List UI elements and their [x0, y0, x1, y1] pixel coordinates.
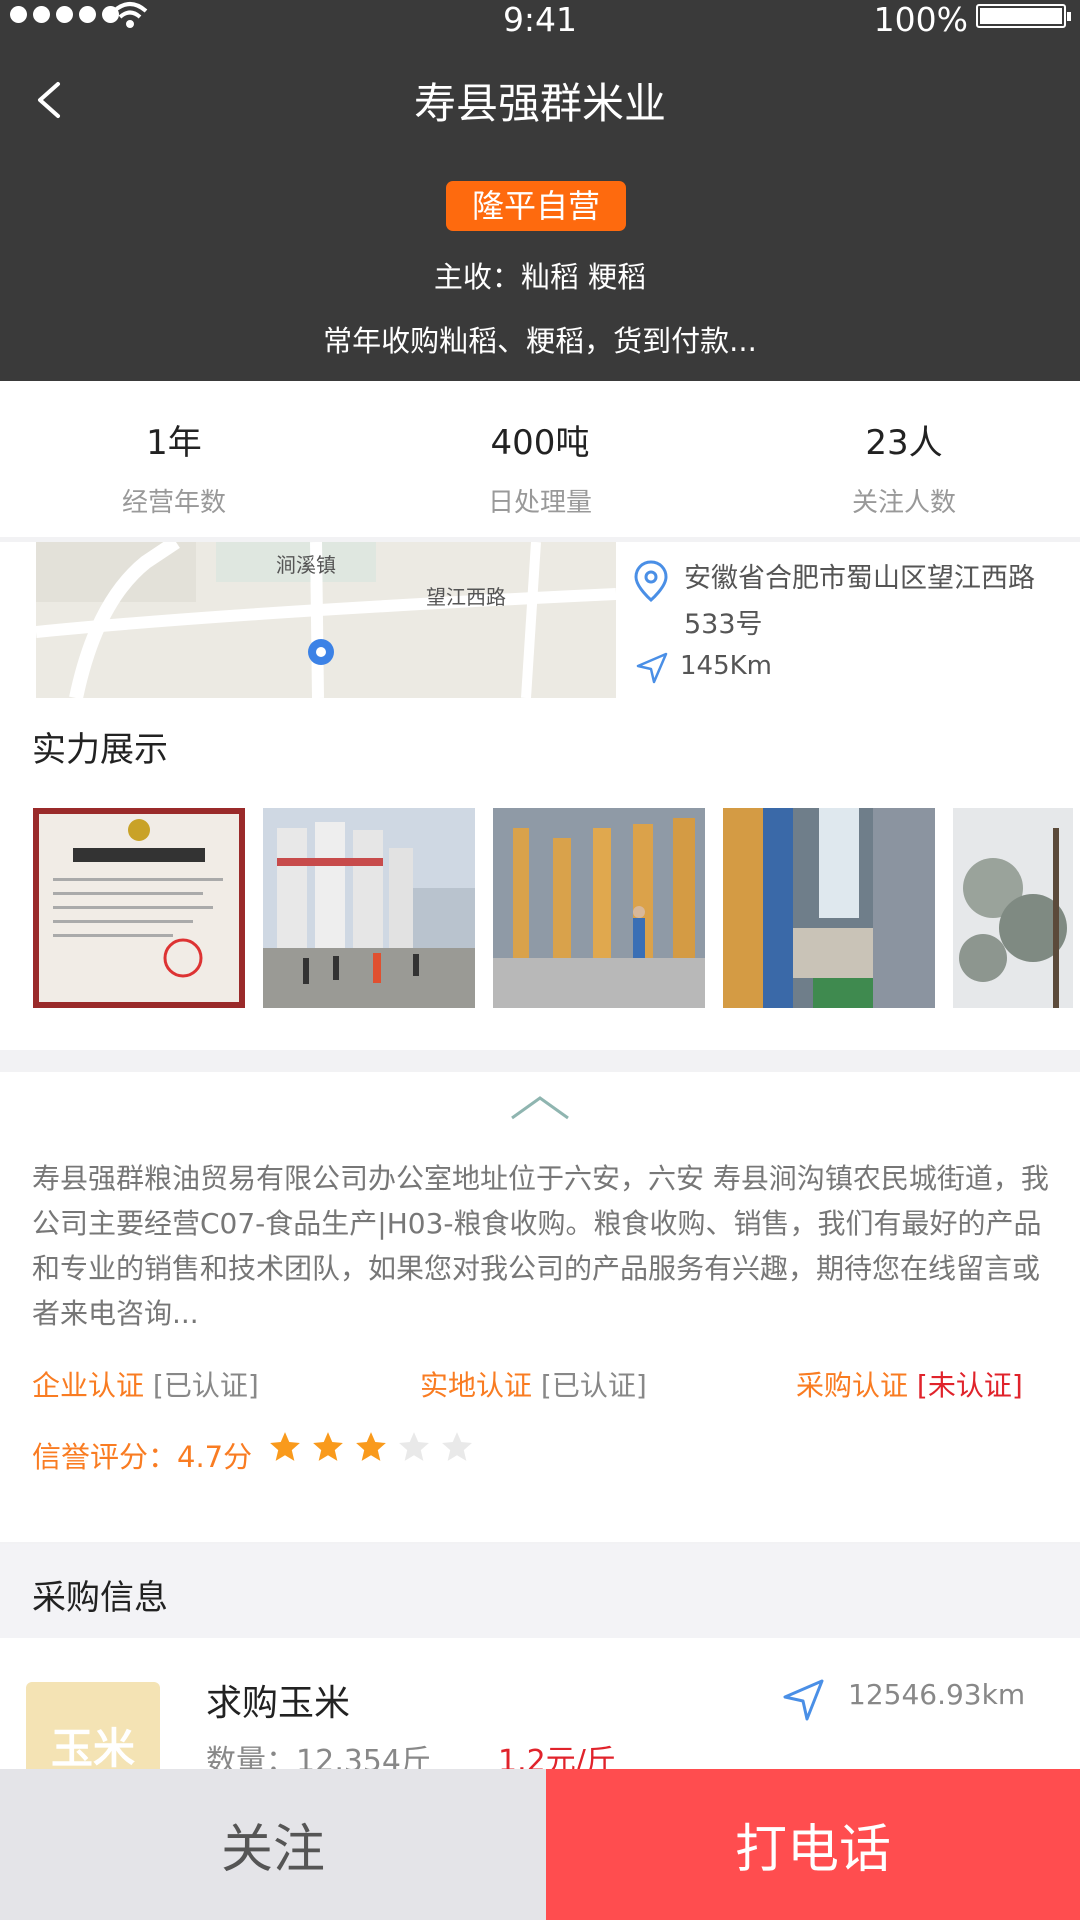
map-town-label: 涧溪镇 [276, 553, 336, 577]
self-operated-badge: 隆平自营 [446, 181, 626, 231]
rating-stars [268, 1430, 474, 1464]
credit-rating-text: 信誉评分：4.7分 [32, 1440, 253, 1474]
map-road-label: 望江西路 [426, 585, 506, 609]
header: 9:41 100% 寿县强群米业 隆平自营 主收：籼稻 粳稻 常年收购籼稻、粳稻… [0, 0, 1080, 381]
address-text: 安徽省合肥市蜀山区望江西路533号 [684, 563, 1035, 640]
purchase-item-title: 求购玉米 [206, 1683, 351, 1724]
star-empty-icon [442, 1432, 472, 1461]
star-empty-icon [399, 1432, 429, 1461]
stat-daily-capacity: 400吨 日处理量 [390, 415, 690, 519]
call-button[interactable]: 打电话 [546, 1769, 1080, 1920]
bottom-action-bar: 关注 打电话 [0, 1769, 1080, 1920]
photo-gallery[interactable] [33, 808, 1073, 1008]
short-description: 常年收购籼稻、粳稻，货到付款... [323, 324, 757, 358]
cert-name: 实地认证 [420, 1369, 533, 1402]
stat-value: 23人 [865, 423, 943, 463]
page-title: 寿县强群米业 [413, 79, 666, 128]
location-pin-icon [634, 560, 668, 602]
cert-name: 采购认证 [796, 1369, 909, 1402]
cert-onsite: 实地认证 [已认证] [420, 1364, 647, 1404]
star-filled-icon [356, 1432, 386, 1461]
battery-percent: 100% [873, 0, 968, 39]
stats-panel: 1年 经营年数 400吨 日处理量 23人 关注人数 [0, 381, 1080, 537]
photo-silos[interactable] [263, 808, 475, 1008]
navigation-icon [783, 1679, 824, 1721]
cert-enterprise: 企业认证 [已认证] [32, 1364, 259, 1404]
stat-label: 关注人数 [851, 488, 956, 518]
stat-value: 400吨 [490, 423, 590, 463]
location-row[interactable]: 涧溪镇 望江西路 安徽省合肥市蜀山区望江西路533号 [0, 542, 1080, 698]
cert-state: [已认证] [540, 1369, 647, 1402]
chevron-up-icon[interactable] [508, 1092, 572, 1122]
navigation-icon [636, 652, 668, 684]
purchase-item-distance: 12546.93km [848, 1678, 1026, 1711]
status-bar: 9:41 100% [0, 0, 1080, 39]
distance-text: 145Km [680, 651, 773, 681]
section-title: 实力展示 [32, 730, 168, 770]
main-crop-text: 主收：籼稻 粳稻 [433, 260, 647, 294]
photo-license[interactable] [33, 808, 245, 1008]
photo-trees[interactable] [953, 808, 1073, 1008]
stat-value: 1年 [146, 423, 202, 463]
purchase-header: 采购信息 [0, 1544, 1080, 1638]
section-title: 采购信息 [32, 1578, 168, 1618]
cert-name: 企业认证 [32, 1369, 145, 1402]
cert-purchase: 采购认证 [未认证] [796, 1364, 1023, 1404]
battery-icon [976, 4, 1071, 28]
cert-state: [未认证] [916, 1369, 1023, 1402]
stat-label: 日处理量 [487, 488, 592, 518]
follow-button[interactable]: 关注 [0, 1769, 546, 1920]
photo-workshop[interactable] [493, 808, 705, 1008]
photo-machinery[interactable] [723, 808, 935, 1008]
stat-followers: 23人 关注人数 [754, 415, 1054, 519]
map-thumbnail[interactable]: 涧溪镇 望江西路 [36, 542, 616, 698]
cert-state: [已认证] [152, 1369, 259, 1402]
stat-years: 1年 经营年数 [24, 415, 324, 519]
stat-label: 经营年数 [121, 488, 226, 518]
company-description: 寿县强群粮油贸易有限公司办公室地址位于六安，六安 寿县涧沟镇农民城街道，我公司主… [32, 1162, 1049, 1330]
about-section: 寿县强群粮油贸易有限公司办公室地址位于六安，六安 寿县涧沟镇农民城街道，我公司主… [0, 1072, 1080, 1542]
strength-section: 实力展示 [0, 698, 1080, 1050]
star-filled-icon [313, 1432, 343, 1461]
star-filled-icon [270, 1432, 300, 1461]
